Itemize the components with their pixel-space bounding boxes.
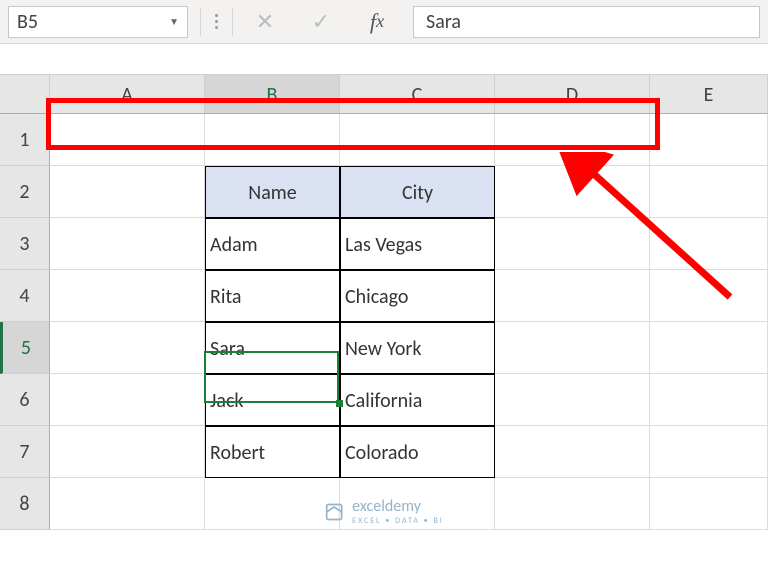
cell-B5[interactable]: Sara: [205, 322, 340, 374]
column-header-E[interactable]: E: [650, 75, 768, 113]
cell-E6[interactable]: [650, 374, 768, 426]
cell-E7[interactable]: [650, 426, 768, 478]
row-header-3[interactable]: 3: [0, 218, 50, 270]
cell-D2[interactable]: [495, 166, 650, 218]
logo-icon: [324, 502, 344, 522]
watermark: exceldemy EXCEL • DATA • BI: [324, 497, 444, 526]
cell-D7[interactable]: [495, 426, 650, 478]
row: 5 SaraNew York: [0, 322, 768, 374]
cell-C2[interactable]: City: [340, 166, 495, 218]
row-header-4[interactable]: 4: [0, 270, 50, 322]
cell-D4[interactable]: [495, 270, 650, 322]
drag-handle-icon[interactable]: [215, 14, 218, 29]
cell-E4[interactable]: [650, 270, 768, 322]
cell-E1[interactable]: [650, 114, 768, 166]
row-header-8[interactable]: 8: [0, 478, 50, 530]
cell-A3[interactable]: [50, 218, 205, 270]
cell-A8[interactable]: [50, 478, 205, 530]
column-header-A[interactable]: A: [50, 75, 205, 113]
cell-E2[interactable]: [650, 166, 768, 218]
cell-A4[interactable]: [50, 270, 205, 322]
name-box[interactable]: B5 ▼: [8, 6, 188, 38]
row: 4 RitaChicago: [0, 270, 768, 322]
cell-B4[interactable]: Rita: [205, 270, 340, 322]
row: 6 JackCalifornia: [0, 374, 768, 426]
row: 7 RobertColorado: [0, 426, 768, 478]
cell-A7[interactable]: [50, 426, 205, 478]
row-header-2[interactable]: 2: [0, 166, 50, 218]
cell-B6[interactable]: Jack: [205, 374, 340, 426]
cell-C3[interactable]: Las Vegas: [340, 218, 495, 270]
cell-A5[interactable]: [50, 322, 205, 374]
cell-E3[interactable]: [650, 218, 768, 270]
accept-icon[interactable]: ✓: [293, 2, 349, 42]
cell-B3[interactable]: Adam: [205, 218, 340, 270]
row-header-1[interactable]: 1: [0, 114, 50, 166]
cell-C4[interactable]: Chicago: [340, 270, 495, 322]
cell-B2[interactable]: Name: [205, 166, 340, 218]
watermark-brand: exceldemy: [352, 497, 444, 516]
row: 2 NameCity: [0, 166, 768, 218]
name-box-value: B5: [17, 10, 38, 34]
watermark-tag: EXCEL • DATA • BI: [352, 516, 444, 526]
cell-C5[interactable]: New York: [340, 322, 495, 374]
cell-D5[interactable]: [495, 322, 650, 374]
row-header-6[interactable]: 6: [0, 374, 50, 426]
cell-D3[interactable]: [495, 218, 650, 270]
cell-A1[interactable]: [50, 114, 205, 166]
row: 1: [0, 114, 768, 166]
formula-input[interactable]: Sara: [413, 6, 760, 38]
separator: [200, 8, 201, 36]
cell-B8[interactable]: [205, 478, 340, 530]
cell-C6[interactable]: California: [340, 374, 495, 426]
spreadsheet-grid: ABCDE 12 NameCity 3 AdamLas Vegas 4 RitaChica…: [0, 74, 768, 530]
cell-E8[interactable]: [650, 478, 768, 530]
column-header-D[interactable]: D: [495, 75, 650, 113]
row-header-7[interactable]: 7: [0, 426, 50, 478]
formula-value: Sara: [426, 10, 461, 34]
cell-C7[interactable]: Colorado: [340, 426, 495, 478]
select-all-corner[interactable]: [0, 75, 50, 113]
column-header-C[interactable]: C: [340, 75, 495, 113]
fx-icon[interactable]: fx: [349, 2, 405, 42]
cell-B1[interactable]: [205, 114, 340, 166]
cell-D8[interactable]: [495, 478, 650, 530]
row: 3 AdamLas Vegas: [0, 218, 768, 270]
separator: [232, 8, 233, 36]
formula-bar: B5 ▼ ✕ ✓ fx Sara: [0, 0, 768, 44]
column-header-B[interactable]: B: [205, 75, 340, 113]
fill-handle[interactable]: [336, 400, 343, 407]
row-header-5[interactable]: 5: [0, 322, 50, 374]
cell-B7[interactable]: Robert: [205, 426, 340, 478]
dropdown-icon[interactable]: ▼: [169, 15, 179, 28]
cell-D6[interactable]: [495, 374, 650, 426]
cell-A6[interactable]: [50, 374, 205, 426]
column-header-row: ABCDE: [0, 74, 768, 114]
cancel-icon[interactable]: ✕: [237, 2, 293, 42]
cell-C1[interactable]: [340, 114, 495, 166]
cell-E5[interactable]: [650, 322, 768, 374]
cell-D1[interactable]: [495, 114, 650, 166]
cell-A2[interactable]: [50, 166, 205, 218]
